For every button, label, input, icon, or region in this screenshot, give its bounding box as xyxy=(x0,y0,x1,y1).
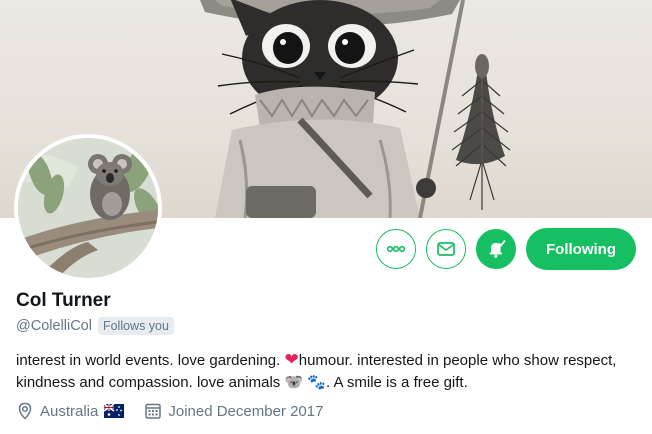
more-icon xyxy=(386,245,406,253)
profile-avatar[interactable] xyxy=(14,134,162,282)
notifications-button[interactable] xyxy=(476,229,516,269)
location-text: Australia xyxy=(40,402,99,420)
avatar-koala-photo xyxy=(18,138,158,278)
more-button[interactable] xyxy=(376,229,416,269)
message-button[interactable] xyxy=(426,229,466,269)
location-pin-icon xyxy=(18,402,32,420)
joined-text: Joined December 2017 xyxy=(168,402,324,420)
paws-emoji: 🐾 xyxy=(307,374,327,391)
bell-check-icon xyxy=(489,239,506,258)
profile-actions: Following xyxy=(376,228,636,270)
bio-text-3: . A smile is a free gift. xyxy=(326,374,468,391)
australia-flag-icon xyxy=(104,404,125,418)
profile-bio: interest in world events. love gardening… xyxy=(16,349,636,394)
mail-icon xyxy=(437,242,455,256)
location-item: Australia xyxy=(16,402,130,420)
joined-item: Joined December 2017 xyxy=(144,402,323,420)
profile-meta: Australia Joined December 2017 xyxy=(16,402,337,420)
calendar-icon xyxy=(145,403,162,419)
koala-emoji: 🐨 xyxy=(284,374,304,391)
handle-row: @ColelliCol Follows you xyxy=(16,317,174,335)
follows-you-badge: Follows you xyxy=(97,317,174,335)
heart-emoji: ❤ xyxy=(284,350,299,369)
profile-name: Col Turner xyxy=(16,290,111,311)
bio-text-1: interest in world events. love gardening… xyxy=(16,352,281,369)
following-button[interactable]: Following xyxy=(526,228,636,270)
profile-handle[interactable]: @ColelliCol xyxy=(16,318,92,334)
